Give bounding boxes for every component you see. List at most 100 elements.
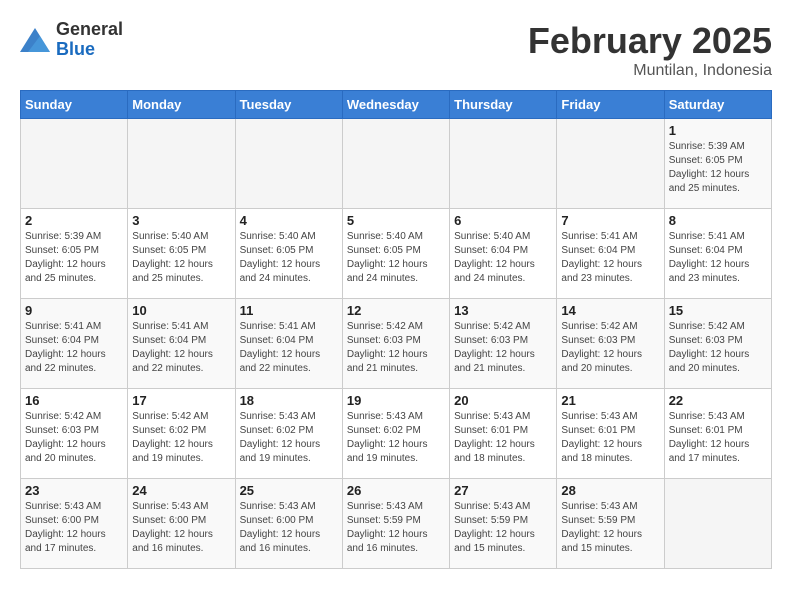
day-cell: 12 Sunrise: 5:42 AM Sunset: 6:03 PM Dayli…: [342, 299, 449, 389]
day-info: Sunrise: 5:42 AM Sunset: 6:03 PM Dayligh…: [669, 320, 767, 376]
day-info: Sunrise: 5:42 AM Sunset: 6:03 PM Dayligh…: [454, 320, 552, 376]
day-info: Sunrise: 5:42 AM Sunset: 6:02 PM Dayligh…: [132, 410, 230, 466]
week-row-3: 9 Sunrise: 5:41 AM Sunset: 6:04 PM Daylig…: [21, 299, 772, 389]
day-number: 5: [347, 213, 445, 228]
week-row-5: 23 Sunrise: 5:43 AM Sunset: 6:00 PM Dayli…: [21, 479, 772, 569]
header-row: SundayMondayTuesdayWednesdayThursdayFrid…: [21, 91, 772, 119]
day-cell: 26 Sunrise: 5:43 AM Sunset: 5:59 PM Dayli…: [342, 479, 449, 569]
day-cell: 6 Sunrise: 5:40 AM Sunset: 6:04 PM Daylig…: [450, 209, 557, 299]
day-cell: 10Sunrise: 5:41 AM Sunset: 6:04 PM Dayli…: [128, 299, 235, 389]
day-cell: 7Sunrise: 5:41 AM Sunset: 6:04 PM Daylig…: [557, 209, 664, 299]
day-info: Sunrise: 5:43 AM Sunset: 6:02 PM Dayligh…: [347, 410, 445, 466]
day-cell: 24 Sunrise: 5:43 AM Sunset: 6:00 PM Dayli…: [128, 479, 235, 569]
day-info: Sunrise: 5:41 AM Sunset: 6:04 PM Dayligh…: [240, 320, 338, 376]
day-info: Sunrise: 5:43 AM Sunset: 6:01 PM Dayligh…: [561, 410, 659, 466]
week-row-1: 1 Sunrise: 5:39 AM Sunset: 6:05 PM Daylig…: [21, 119, 772, 209]
weekday-header-saturday: Saturday: [664, 91, 771, 119]
day-cell: 4Sunrise: 5:40 AM Sunset: 6:05 PM Daylig…: [235, 209, 342, 299]
day-number: 3: [132, 213, 230, 228]
day-number: 24: [132, 483, 230, 498]
weekday-header-monday: Monday: [128, 91, 235, 119]
day-number: 7: [561, 213, 659, 228]
day-number: 20: [454, 393, 552, 408]
day-cell: [342, 119, 449, 209]
calendar-table: SundayMondayTuesdayWednesdayThursdayFrid…: [20, 90, 772, 569]
day-cell: [128, 119, 235, 209]
day-cell: 25 Sunrise: 5:43 AM Sunset: 6:00 PM Dayli…: [235, 479, 342, 569]
week-row-2: 2Sunrise: 5:39 AM Sunset: 6:05 PM Daylig…: [21, 209, 772, 299]
day-number: 22: [669, 393, 767, 408]
day-number: 18: [240, 393, 338, 408]
day-info: Sunrise: 5:40 AM Sunset: 6:05 PM Dayligh…: [132, 230, 230, 286]
day-info: Sunrise: 5:43 AM Sunset: 6:01 PM Dayligh…: [454, 410, 552, 466]
day-cell: 15Sunrise: 5:42 AM Sunset: 6:03 PM Dayli…: [664, 299, 771, 389]
day-info: Sunrise: 5:43 AM Sunset: 6:00 PM Dayligh…: [25, 500, 123, 556]
day-info: Sunrise: 5:39 AM Sunset: 6:05 PM Dayligh…: [669, 140, 767, 196]
day-cell: 14Sunrise: 5:42 AM Sunset: 6:03 PM Dayli…: [557, 299, 664, 389]
weekday-header-friday: Friday: [557, 91, 664, 119]
day-info: Sunrise: 5:41 AM Sunset: 6:04 PM Dayligh…: [669, 230, 767, 286]
day-cell: 5 Sunrise: 5:40 AM Sunset: 6:05 PM Daylig…: [342, 209, 449, 299]
logo-icon: [20, 28, 50, 52]
day-number: 26: [347, 483, 445, 498]
day-cell: [664, 479, 771, 569]
day-number: 13: [454, 303, 552, 318]
day-cell: 9 Sunrise: 5:41 AM Sunset: 6:04 PM Daylig…: [21, 299, 128, 389]
logo-general-text: General: [56, 20, 123, 40]
calendar-body: 1 Sunrise: 5:39 AM Sunset: 6:05 PM Daylig…: [21, 119, 772, 569]
day-cell: 8 Sunrise: 5:41 AM Sunset: 6:04 PM Daylig…: [664, 209, 771, 299]
day-info: Sunrise: 5:43 AM Sunset: 5:59 PM Dayligh…: [561, 500, 659, 556]
logo-text: General Blue: [56, 20, 123, 60]
day-info: Sunrise: 5:40 AM Sunset: 6:04 PM Dayligh…: [454, 230, 552, 286]
day-cell: 1 Sunrise: 5:39 AM Sunset: 6:05 PM Daylig…: [664, 119, 771, 209]
day-cell: 23 Sunrise: 5:43 AM Sunset: 6:00 PM Dayli…: [21, 479, 128, 569]
weekday-header-tuesday: Tuesday: [235, 91, 342, 119]
day-cell: [450, 119, 557, 209]
page-header: General Blue February 2025 Muntilan, Ind…: [20, 20, 772, 80]
location-text: Muntilan, Indonesia: [528, 62, 772, 80]
day-number: 11: [240, 303, 338, 318]
day-number: 12: [347, 303, 445, 318]
day-cell: 18 Sunrise: 5:43 AM Sunset: 6:02 PM Dayli…: [235, 389, 342, 479]
day-info: Sunrise: 5:43 AM Sunset: 6:00 PM Dayligh…: [132, 500, 230, 556]
day-info: Sunrise: 5:41 AM Sunset: 6:04 PM Dayligh…: [132, 320, 230, 376]
day-number: 25: [240, 483, 338, 498]
day-cell: [21, 119, 128, 209]
day-cell: 19 Sunrise: 5:43 AM Sunset: 6:02 PM Dayli…: [342, 389, 449, 479]
day-cell: 3 Sunrise: 5:40 AM Sunset: 6:05 PM Daylig…: [128, 209, 235, 299]
day-number: 27: [454, 483, 552, 498]
day-cell: 11 Sunrise: 5:41 AM Sunset: 6:04 PM Dayli…: [235, 299, 342, 389]
weekday-header-thursday: Thursday: [450, 91, 557, 119]
day-cell: 2Sunrise: 5:39 AM Sunset: 6:05 PM Daylig…: [21, 209, 128, 299]
day-info: Sunrise: 5:42 AM Sunset: 6:03 PM Dayligh…: [25, 410, 123, 466]
day-cell: 21 Sunrise: 5:43 AM Sunset: 6:01 PM Dayli…: [557, 389, 664, 479]
weekday-header-wednesday: Wednesday: [342, 91, 449, 119]
day-number: 23: [25, 483, 123, 498]
day-number: 28: [561, 483, 659, 498]
day-cell: 27 Sunrise: 5:43 AM Sunset: 5:59 PM Dayli…: [450, 479, 557, 569]
title-block: February 2025 Muntilan, Indonesia: [528, 20, 772, 80]
day-cell: 22 Sunrise: 5:43 AM Sunset: 6:01 PM Dayli…: [664, 389, 771, 479]
day-info: Sunrise: 5:42 AM Sunset: 6:03 PM Dayligh…: [561, 320, 659, 376]
day-info: Sunrise: 5:41 AM Sunset: 6:04 PM Dayligh…: [25, 320, 123, 376]
day-info: Sunrise: 5:42 AM Sunset: 6:03 PM Dayligh…: [347, 320, 445, 376]
day-cell: [557, 119, 664, 209]
day-number: 6: [454, 213, 552, 228]
day-info: Sunrise: 5:43 AM Sunset: 5:59 PM Dayligh…: [454, 500, 552, 556]
day-info: Sunrise: 5:40 AM Sunset: 6:05 PM Dayligh…: [347, 230, 445, 286]
day-info: Sunrise: 5:43 AM Sunset: 6:02 PM Dayligh…: [240, 410, 338, 466]
day-cell: 16 Sunrise: 5:42 AM Sunset: 6:03 PM Dayli…: [21, 389, 128, 479]
day-number: 21: [561, 393, 659, 408]
day-info: Sunrise: 5:43 AM Sunset: 6:00 PM Dayligh…: [240, 500, 338, 556]
month-title: February 2025: [528, 20, 772, 62]
day-number: 16: [25, 393, 123, 408]
day-number: 1: [669, 123, 767, 138]
day-info: Sunrise: 5:43 AM Sunset: 5:59 PM Dayligh…: [347, 500, 445, 556]
day-number: 8: [669, 213, 767, 228]
day-cell: 13 Sunrise: 5:42 AM Sunset: 6:03 PM Dayli…: [450, 299, 557, 389]
day-info: Sunrise: 5:43 AM Sunset: 6:01 PM Dayligh…: [669, 410, 767, 466]
day-number: 9: [25, 303, 123, 318]
day-cell: 20 Sunrise: 5:43 AM Sunset: 6:01 PM Dayli…: [450, 389, 557, 479]
day-number: 19: [347, 393, 445, 408]
day-cell: 28 Sunrise: 5:43 AM Sunset: 5:59 PM Dayli…: [557, 479, 664, 569]
